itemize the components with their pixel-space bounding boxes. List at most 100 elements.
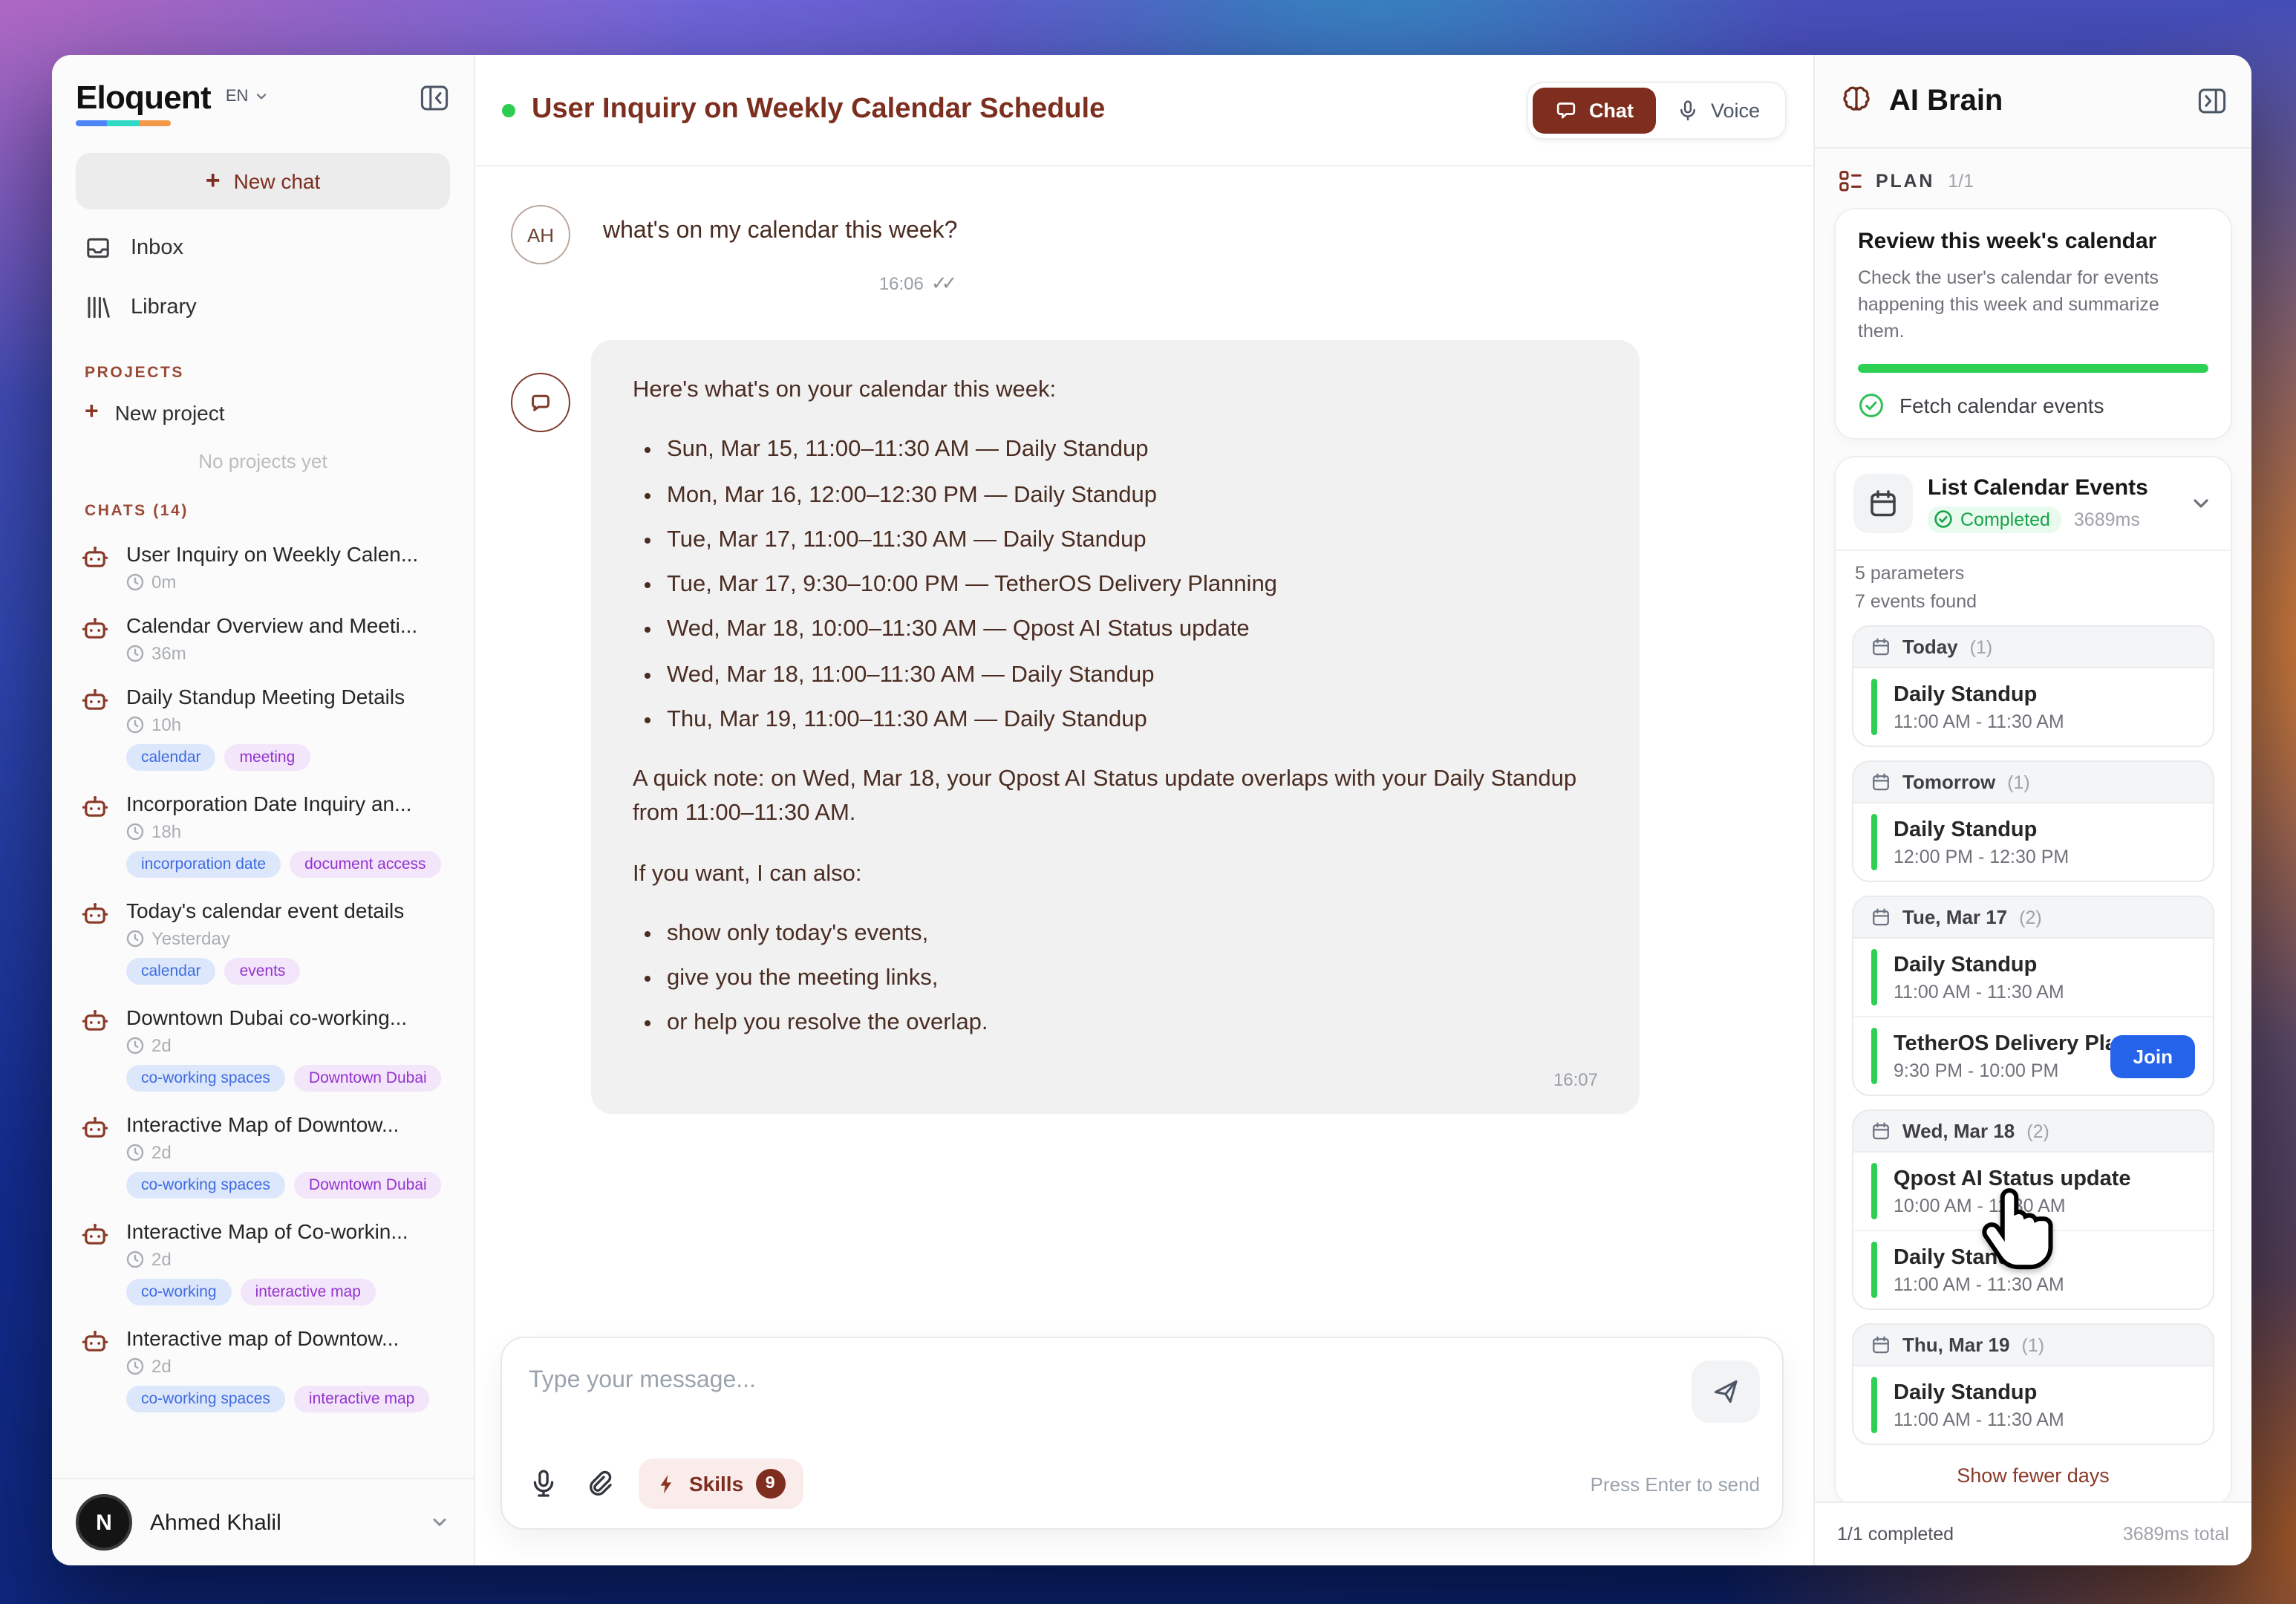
robot-icon [82,545,108,593]
message-meta: 16:06 ✓✓ [879,272,958,296]
message-input[interactable]: Type your message... Skills 9 Press Ente… [500,1337,1784,1530]
day-groups: Today (1) Daily Standup 11:00 AM - 11:30 AM… [1836,625,2231,1446]
chat-item-time: 18h [151,821,182,842]
chat-item-time: 2d [151,1356,172,1377]
chevron-down-icon [254,89,269,104]
skills-count-badge: 9 [755,1469,786,1499]
day-group-label: Tomorrow [1902,771,1996,794]
chevron-down-icon[interactable] [2189,492,2213,516]
chat-list-item[interactable]: Daily Standup Meeting Details 10h calendar… [52,674,474,781]
event-title: Daily Standup [1894,953,2038,977]
tag-chip: co-working spaces [126,1172,285,1199]
chat-list-item[interactable]: Interactive Map of Downtow... 2d co-workin… [52,1102,474,1209]
event-row[interactable]: Daily Standup 11:00 AM - 11:30 AM [1853,939,2213,1017]
sidebar-item-label: Library [131,296,197,319]
calendar-icon [1853,474,1913,534]
tab-voice[interactable]: Voice [1656,87,1781,133]
chat-list-item[interactable]: Today's calendar event details Yesterday c… [52,888,474,995]
chat-list-item[interactable]: Downtown Dubai co-working... 2d co-working… [52,995,474,1102]
event-row[interactable]: Daily Standup 11:00 AM - 11:30 AM [1853,1230,2213,1309]
tag-chip: Downtown Dubai [293,1172,442,1199]
event-time: 11:00 AM - 11:30 AM [1894,981,2064,1002]
tool-card-header[interactable]: List Calendar Events Completed 3689ms [1836,458,2231,550]
user-menu[interactable]: N Ahmed Khalil [52,1478,474,1565]
day-group: Tomorrow (1) Daily Standup 12:00 PM - 12:30… [1852,760,2214,883]
robot-icon [82,1329,108,1412]
ai-brain-title: AI Brain [1889,84,2003,117]
chat-list-item[interactable]: Interactive map of Downtow... 2d co-workin… [52,1316,474,1423]
event-title: Daily Standup [1894,818,2038,842]
event-color-bar [1871,679,1877,736]
skills-button[interactable]: Skills 9 [639,1458,803,1509]
check-circle-icon [1858,393,1885,420]
new-chat-button[interactable]: + New chat [76,153,450,209]
chat-item-tags: co-working interactive map [126,1279,453,1305]
sidebar-collapse-button[interactable] [419,82,450,113]
event-color-bar [1871,1163,1877,1220]
sidebar-item-inbox[interactable]: Inbox [52,218,474,278]
tag-chip: events [224,958,301,985]
composer-area: Type your message... Skills 9 Press Ente… [475,1328,1813,1565]
chat-list-item[interactable]: User Inquiry on Weekly Calen... 0m [52,532,474,603]
event-title: Daily Standup [1894,1380,2038,1405]
robot-icon [82,1222,108,1305]
sidebar-item-library[interactable]: Library [52,278,474,337]
show-fewer-days-link[interactable]: Show fewer days [1836,1446,2231,1499]
event-bullet: Thu, Mar 19, 11:00–11:30 AM — Daily Stan… [667,702,1598,737]
read-receipt-icon: ✓✓ [930,272,958,294]
event-row[interactable]: Daily Standup 11:00 AM - 11:30 AM [1853,669,2213,746]
event-bullet: Sun, Mar 15, 11:00–11:30 AM — Daily Stan… [667,433,1598,468]
calendar-icon [1871,908,1891,927]
event-row[interactable]: Daily Standup 11:00 AM - 11:30 AM [1853,1367,2213,1444]
online-status-dot [502,103,515,117]
projects-empty-state: No projects yet [198,450,327,472]
chat-item-time: 10h [151,714,182,735]
day-group-header: Tomorrow (1) [1853,762,2213,804]
tag-chip: calendar [126,958,216,985]
footer-total-duration: 3689ms total [2122,1524,2229,1545]
attachment-button[interactable] [584,1469,613,1499]
event-color-bar [1871,1028,1877,1085]
new-project-label: New project [114,401,225,425]
robot-icon [82,688,108,771]
chat-list-item[interactable]: Incorporation Date Inquiry an... 18h incor… [52,781,474,888]
user-message-text: what's on my calendar this week? [603,218,958,244]
calendar-icon [1871,638,1891,657]
chat-list-item[interactable]: Interactive Map of Co-workin... 2d co-work… [52,1209,474,1316]
lightning-icon [656,1473,677,1495]
ai-brain-panel: AI Brain PLAN 1/1 Review this week's cal… [1813,55,2251,1565]
new-project-button[interactable]: + New project [52,388,474,438]
event-row[interactable]: TetherOS Delivery Planning 9:30 PM - 10:0… [1853,1016,2213,1095]
tab-chat[interactable]: Chat [1532,87,1656,133]
plan-progress-bar [1858,364,2208,374]
sidebar-item-label: Inbox [131,236,183,260]
chat-item-time: Yesterday [151,928,230,949]
ai-brain-body: PLAN 1/1 Review this week's calendar Che… [1815,149,2251,1502]
send-button[interactable] [1692,1360,1760,1423]
event-bullet: Mon, Mar 16, 12:00–12:30 PM — Daily Stan… [667,477,1598,512]
day-group-count: (1) [2021,1334,2045,1356]
day-group-header: Thu, Mar 19 (1) [1853,1325,2213,1367]
panel-collapse-button[interactable] [2196,86,2228,116]
calendar-icon [1871,1122,1891,1141]
tag-chip: interactive map [293,1386,430,1412]
tag-chip: document access [290,851,441,878]
plan-card-description: Check the user's calendar for events hap… [1858,267,2159,342]
sidebar: Eloquent EN + New chat Inbox Library PRO… [52,55,475,1565]
plus-icon: + [205,166,221,195]
plan-card-title: Review this week's calendar [1858,229,2157,254]
plan-card: Review this week's calendar Check the us… [1834,208,2232,440]
assistant-avatar [511,373,570,432]
microphone-button[interactable] [529,1469,558,1499]
chat-list-item[interactable]: Calendar Overview and Meeti... 36m [52,603,474,674]
join-button[interactable]: Join [2110,1034,2195,1078]
event-row[interactable]: Qpost AI Status update 10:00 AM - 11:30 A… [1853,1153,2213,1230]
status-badge-label: Completed [1960,509,2050,530]
day-group: Today (1) Daily Standup 11:00 AM - 11:30 AM [1852,625,2214,748]
event-title: TetherOS Delivery Planning [1894,1031,2111,1056]
event-row[interactable]: Daily Standup 12:00 PM - 12:30 PM [1853,804,2213,881]
plus-icon: + [85,400,99,425]
clock-icon [126,716,144,734]
event-time: 10:00 AM - 11:30 AM [1894,1195,2066,1216]
language-selector[interactable]: EN [226,88,270,105]
